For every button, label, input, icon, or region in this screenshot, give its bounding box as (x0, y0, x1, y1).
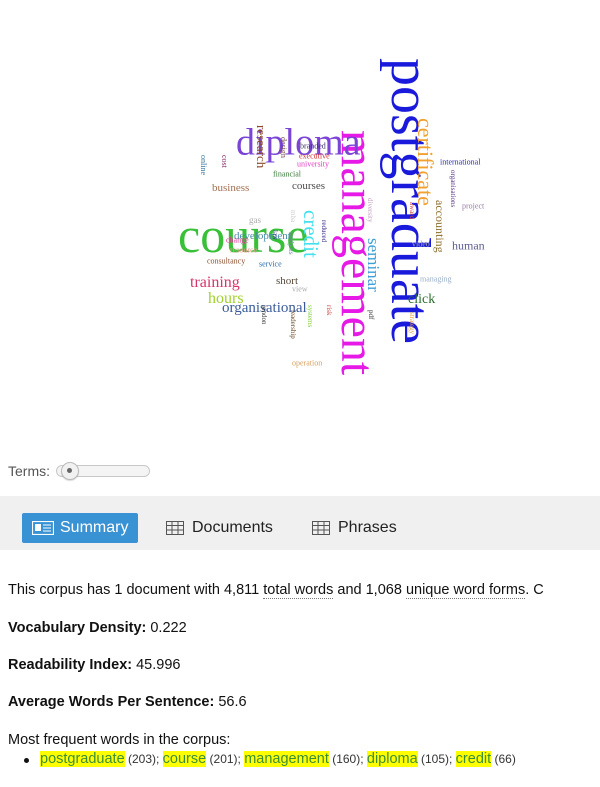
frequent-word-link[interactable]: diploma (366, 751, 418, 767)
cloud-word-business[interactable]: business (212, 182, 249, 194)
frequent-words-list: postgraduate (203); course (201); manage… (24, 751, 516, 767)
cloud-word-online[interactable]: online (199, 155, 208, 175)
summary-icon (32, 521, 54, 535)
cloud-word-design[interactable]: design (279, 137, 288, 158)
cloud-word-reduced[interactable]: reduced (320, 220, 328, 243)
average-words-per-sentence: Average Words Per Sentence: 56.6 (8, 694, 247, 710)
vocabulary-density: Vocabulary Density: 0.222 (8, 620, 187, 636)
cloud-word-change[interactable]: change (226, 235, 249, 244)
cloud-word-view[interactable]: view (292, 284, 308, 293)
frequent-word-link[interactable]: management (244, 751, 329, 767)
cloud-word-pdf[interactable]: pdf (367, 310, 375, 320)
cloud-word-click[interactable]: click (408, 292, 435, 307)
frequent-word-count: (203); (124, 752, 163, 766)
cloud-word-organisations[interactable]: organisations (449, 170, 457, 207)
cloud-word-award[interactable]: award (408, 202, 416, 220)
cloud-word-financial[interactable]: financial (273, 169, 302, 178)
frequent-word-link[interactable]: postgraduate (40, 751, 125, 767)
cloud-word-courses[interactable]: courses (292, 180, 325, 192)
total-words-term[interactable]: total words (263, 582, 334, 599)
cloud-word-mba[interactable]: mba (289, 210, 297, 223)
tab-summary[interactable]: Summary (22, 513, 139, 543)
unique-forms-term[interactable]: unique word forms (405, 582, 526, 599)
cloud-word-research[interactable]: research (254, 125, 269, 169)
readability-index: Readability Index: 45.996 (8, 657, 181, 673)
frequent-word-count: (160); (328, 752, 367, 766)
cloud-word-managing[interactable]: managing (420, 274, 452, 283)
cloud-word-certificate[interactable]: certificate (413, 118, 438, 206)
cloud-word-resource[interactable]: resource (230, 245, 258, 254)
terms-slider[interactable] (56, 462, 150, 480)
cloud-word-international[interactable]: international (440, 157, 481, 166)
tab-documents[interactable]: Documents (166, 513, 273, 543)
cloud-word-strategy[interactable]: strategy (408, 312, 416, 335)
terms-control: Terms: (8, 462, 150, 480)
cloud-word-law[interactable]: law (271, 230, 279, 241)
cloud-word-university[interactable]: university (297, 159, 329, 168)
cloud-word-diversity[interactable]: diversity (366, 198, 374, 223)
cloud-word-service[interactable]: service (259, 259, 282, 268)
cloud-word-human[interactable]: human (452, 239, 485, 253)
cloud-word-systems[interactable]: systems (306, 305, 314, 327)
cloud-word-project[interactable]: project (462, 201, 485, 210)
corpus-description: This corpus has 1 document with 4,811 to… (8, 582, 544, 599)
tab-phrases[interactable]: Phrases (312, 513, 397, 543)
word-cloud[interactable]: postgraduate management course diploma certi… (0, 0, 600, 450)
cloud-word-gas[interactable]: gas (249, 215, 261, 225)
tab-summary-label: Summary (60, 519, 129, 536)
tab-documents-label: Documents (192, 519, 273, 536)
cloud-word-accounting[interactable]: accounting (433, 200, 447, 253)
tab-bar: Summary Documents Phrases (0, 496, 600, 550)
table-icon (166, 521, 184, 535)
cloud-word-london[interactable]: london (260, 305, 268, 325)
table-icon (312, 521, 330, 535)
tab-phrases-label: Phrases (338, 519, 397, 536)
terms-slider-handle[interactable] (61, 462, 79, 480)
cloud-word-credit[interactable]: credit (299, 210, 323, 258)
cloud-word-operation[interactable]: operation (292, 358, 322, 367)
terms-label: Terms: (8, 463, 50, 479)
frequent-word-link[interactable]: course (162, 751, 207, 767)
cloud-word-seminar[interactable]: seminar (364, 238, 383, 292)
cloud-word-cost[interactable]: cost (220, 155, 229, 169)
frequent-words-heading: Most frequent words in the corpus: (8, 732, 231, 748)
frequent-word-count: (66) (491, 752, 516, 766)
cloud-word-branded[interactable]: branded (300, 141, 326, 150)
cloud-word-consultancy[interactable]: consultancy (207, 256, 245, 265)
cloud-word-analysis[interactable]: analysis (287, 232, 295, 255)
frequent-word-count: (201); (206, 752, 245, 766)
frequent-word-link[interactable]: credit (455, 751, 492, 767)
cloud-word-training[interactable]: training (190, 274, 240, 291)
cloud-word-risk[interactable]: risk (325, 305, 333, 316)
cloud-word-video[interactable]: video (412, 239, 430, 248)
frequent-word-count: (105); (417, 752, 456, 766)
cloud-word-leadership[interactable]: leadership (289, 310, 297, 339)
